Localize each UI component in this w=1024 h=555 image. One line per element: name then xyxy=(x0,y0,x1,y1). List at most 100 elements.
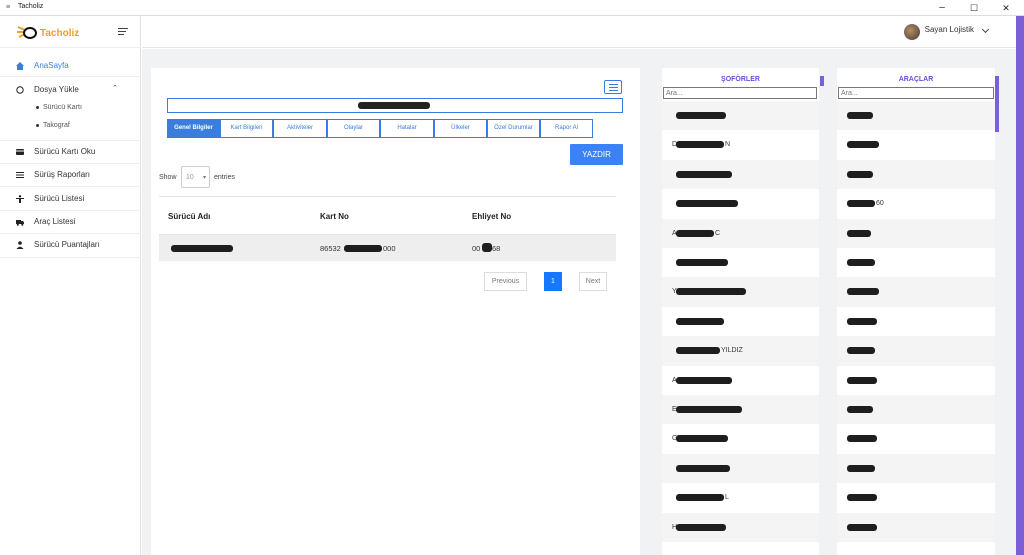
sidebar-toggle-icon[interactable] xyxy=(118,28,128,36)
list-item[interactable]: L xyxy=(662,483,819,512)
list-item[interactable] xyxy=(662,101,819,131)
list-item[interactable] xyxy=(837,336,995,366)
sidebar-item-surucu-puantajlari[interactable]: Sürücü Puantajları xyxy=(0,234,141,256)
sidebar-item-anasayfa[interactable]: AnaSayfa xyxy=(0,55,141,77)
redacted-text xyxy=(847,141,879,149)
drivers-search-input[interactable] xyxy=(663,87,817,99)
close-button[interactable]: ✕ xyxy=(992,1,1020,15)
list-item[interactable] xyxy=(662,453,819,484)
sidebar-item-surus-raporlari[interactable]: Sürüş Raporları xyxy=(0,164,141,186)
tab-genel-bilgiler[interactable]: Genel Bilgiler xyxy=(167,119,220,138)
maximize-button[interactable]: ☐ xyxy=(960,1,988,15)
sidebar-subitem-takograf[interactable]: Takograf xyxy=(36,122,70,129)
redacted-text xyxy=(847,200,875,208)
list-item[interactable]: E xyxy=(662,395,819,425)
redacted-text xyxy=(676,141,724,149)
tab-olaylar[interactable]: Olaylar xyxy=(327,119,380,138)
redacted-text xyxy=(482,243,492,252)
list-item[interactable] xyxy=(837,101,995,131)
list-item[interactable]: A xyxy=(662,366,819,395)
list-item[interactable] xyxy=(837,453,995,484)
minimize-button[interactable]: – xyxy=(928,1,956,15)
list-item[interactable]: Y xyxy=(662,277,819,307)
chevron-up-icon[interactable]: ⌃ xyxy=(112,84,118,92)
sidebar-item-surucu-listesi[interactable]: Sürücü Listesi xyxy=(0,188,141,210)
list-item[interactable]: DN xyxy=(662,130,819,159)
menu-button[interactable] xyxy=(604,80,622,94)
page-1-button[interactable]: 1 xyxy=(544,272,562,291)
sidebar-item-label: Sürücü Kartı Oku xyxy=(34,147,96,156)
list-item[interactable]: G xyxy=(662,424,819,453)
list-item[interactable] xyxy=(662,159,819,190)
list-item[interactable]: H xyxy=(662,512,819,542)
sidebar-item-dosya-yukle[interactable]: Dosya Yükle ⌃ xyxy=(0,79,141,101)
redacted-text xyxy=(847,112,873,119)
list-item[interactable] xyxy=(837,248,995,277)
sidebar-item-label: Sürücü Listesi xyxy=(34,194,85,203)
redacted-text xyxy=(676,376,732,384)
logo-icon xyxy=(17,26,37,39)
list-item[interactable] xyxy=(662,248,819,277)
list-item[interactable] xyxy=(837,366,995,395)
list-item[interactable]: YILDIZ xyxy=(662,336,819,366)
table-cell-license-no[interactable]: 00 68 xyxy=(463,235,616,261)
chevron-down-icon[interactable] xyxy=(981,25,990,34)
list-item[interactable] xyxy=(837,395,995,425)
redacted-text xyxy=(847,317,877,325)
selected-driver-bar xyxy=(167,98,623,113)
column-header[interactable]: Kart No xyxy=(311,196,463,235)
redacted-text xyxy=(847,259,875,266)
vehicles-search-input[interactable] xyxy=(838,87,994,99)
list-item[interactable] xyxy=(837,277,995,307)
list-item[interactable] xyxy=(662,189,819,218)
tab-ozel-durumlar[interactable]: Özel Durumlar xyxy=(487,119,540,138)
brand[interactable]: Tacholiz xyxy=(0,16,141,48)
drivers-panel: ŞOFÖRLER DN AC Y YILDIZ AEG L H xyxy=(662,68,824,555)
page-size-select[interactable]: 10 xyxy=(181,166,210,188)
redacted-text xyxy=(847,347,875,355)
sidebar-item-arac-listesi[interactable]: Araç Listesi xyxy=(0,211,141,233)
column-header[interactable]: Ehliyet No xyxy=(463,196,616,235)
cell-text: 00 xyxy=(472,244,481,253)
tab-hatalar[interactable]: Hatalar xyxy=(380,119,434,138)
sidebar-subitem-surucu-karti[interactable]: Sürücü Kartı xyxy=(36,104,82,111)
avatar[interactable] xyxy=(904,24,920,40)
tab-aktiviteler[interactable]: Aktiviteler xyxy=(273,119,327,138)
vehicles-scrollbar[interactable] xyxy=(995,76,999,132)
tab-rapor-al[interactable]: Rapor Al xyxy=(540,119,593,138)
previous-button[interactable]: Previous xyxy=(484,272,527,291)
tab-kart-bilgileri[interactable]: Kart Bilgileri xyxy=(220,119,273,138)
window-scrollbar[interactable] xyxy=(1016,16,1024,555)
redacted-text xyxy=(847,288,879,296)
brand-name: Tacholiz xyxy=(40,28,80,39)
cell-text: 000 xyxy=(383,244,396,253)
column-header[interactable]: Sürücü Adı xyxy=(159,196,311,235)
vehicles-panel: ARAÇLAR 60 xyxy=(837,68,995,555)
list-item[interactable] xyxy=(837,130,995,159)
user-name[interactable]: Sayan Lojistik xyxy=(925,25,974,34)
list-item-text: 60 xyxy=(876,200,884,208)
table-cell-card-no[interactable]: 86532 000 xyxy=(311,235,463,261)
redacted-text xyxy=(676,259,728,266)
next-button[interactable]: Next xyxy=(579,272,607,291)
panel-scrollbar[interactable] xyxy=(820,76,824,86)
tachometer-icon: ≡ xyxy=(6,4,11,11)
redacted-text xyxy=(676,435,728,443)
tab-ulkeler[interactable]: Ülkeler xyxy=(434,119,487,138)
sidebar: Tacholiz AnaSayfa Dosya Yükle ⌃ Sürücü K… xyxy=(0,16,141,555)
list-item[interactable] xyxy=(837,218,995,248)
sidebar-item-surucu-karti-oku[interactable]: Sürücü Kartı Oku xyxy=(0,141,141,163)
list-item[interactable]: 60 xyxy=(837,189,995,218)
list-icon xyxy=(16,172,24,178)
list-item[interactable] xyxy=(837,512,995,542)
list-item[interactable] xyxy=(837,307,995,336)
list-item[interactable] xyxy=(837,424,995,453)
print-button[interactable]: YAZDIR xyxy=(570,144,623,165)
table-cell-name[interactable] xyxy=(159,235,311,261)
sidebar-item-label: AnaSayfa xyxy=(34,61,69,70)
list-item[interactable] xyxy=(662,307,819,336)
list-item[interactable] xyxy=(837,159,995,190)
list-item[interactable] xyxy=(837,483,995,512)
sidebar-item-label: Araç Listesi xyxy=(34,217,76,226)
list-item[interactable]: AC xyxy=(662,218,819,248)
